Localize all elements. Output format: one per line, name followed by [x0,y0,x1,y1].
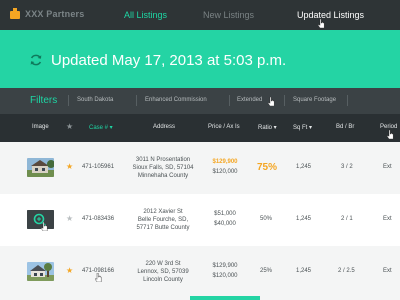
column-header-sqft[interactable]: Sq Ft ▾ [293,124,312,131]
filter-extended[interactable]: Extended [237,97,262,103]
hand-cursor-icon [318,19,325,28]
address-line: 57717 Butte County [136,225,190,231]
listing-thumbnail[interactable] [27,262,54,281]
refresh-icon[interactable] [29,53,43,67]
listing-thumbnail[interactable] [27,158,54,177]
period-value: Ext [383,216,392,222]
bed-bath: 2 / 2.5 [338,268,355,274]
case-number[interactable]: 471-083436 [82,216,114,222]
period-value: Ext [383,164,392,170]
column-header-image: Image [32,124,49,130]
filters-label: Filters [30,95,58,106]
hand-cursor-icon [387,130,394,139]
appraised-price: $40,000 [214,221,236,227]
ratio-value: 25% [260,268,273,274]
tab-new-listings[interactable]: New Listings [203,10,254,20]
address-cell: 3011 N Prosentation Sioux Falls, SD, 571… [128,156,198,180]
column-header-ratio[interactable]: Ratio ▾ [258,124,277,131]
favorite-star-icon[interactable]: ★ [66,162,73,171]
address-line: 3011 N Prosentation [135,157,191,163]
filter-divider [136,95,137,106]
square-footage: 1,245 [296,164,312,170]
tab-all-listings[interactable]: All Listings [124,10,167,20]
favorite-star-icon[interactable]: ★ [66,266,73,275]
filter-enhanced-commission[interactable]: Enhanced Commission [145,97,207,103]
bed-bath: 2 / 1 [341,216,353,222]
column-header-address[interactable]: Address [153,124,175,130]
ratio-value: 75% [257,162,278,173]
filter-divider [229,95,230,106]
address-line: 2012 Xavier St [143,209,183,215]
filter-divider [347,95,348,106]
table-row[interactable]: ★ 471-105961 3011 N Prosentation Sioux F… [0,142,400,194]
address-line: Lincoln County [143,277,183,283]
list-price: $129,900 [212,263,238,269]
star-icon[interactable]: ★ [66,122,73,131]
logo-icon [10,8,20,19]
period-value: Ext [383,268,392,274]
table-row[interactable]: ★ 471-098166 220 W 3rd St Lennox, SD, 57… [0,246,400,300]
address-line: Belle Fourche, SD, [137,217,189,223]
hand-cursor-icon [41,222,48,231]
square-footage: 1,245 [296,216,312,222]
column-header-bd-br[interactable]: Bd / Br [336,124,354,130]
table-row[interactable]: ★ 471-083436 2012 Xavier St Belle Fourch… [0,194,400,246]
ratio-value: 50% [260,216,273,222]
filter-south-dakota[interactable]: South Dakota [77,97,113,103]
column-header-case[interactable]: Case # ▾ [89,124,113,131]
bed-bath: 3 / 2 [341,164,353,170]
tab-updated-listings[interactable]: Updated Listings [297,10,364,20]
case-number[interactable]: 471-105961 [82,164,114,170]
square-footage: 1,245 [296,268,312,274]
address-cell: 2012 Xavier St Belle Fourche, SD, 57717 … [128,208,198,232]
list-price: $129,900 [212,159,238,165]
hand-cursor-icon [268,97,275,106]
logo-text: XXX Partners [25,9,85,19]
address-line: Sioux Falls, SD, 57104 [132,165,194,171]
column-header-price[interactable]: Price / Ax Is [208,124,240,130]
filter-square-footage[interactable]: Square Footage [293,97,336,103]
address-cell: 220 W 3rd St Lennox, SD, 57039 Lincoln C… [128,260,198,284]
hand-cursor-icon [95,273,102,282]
appraised-price: $120,000 [212,169,238,175]
address-line: Lennox, SD, 57039 [137,269,189,275]
filter-divider [68,95,69,106]
appraised-price: $120,000 [212,273,238,279]
list-price: $51,000 [214,211,236,217]
page-title: Updated May 17, 2013 at 5:03 p.m. [51,52,287,69]
address-line: 220 W 3rd St [145,261,181,267]
address-line: Minnehaha County [137,173,189,179]
bottom-action-bar[interactable] [190,296,260,300]
filter-divider [284,95,285,106]
favorite-star-icon[interactable]: ★ [66,214,73,223]
